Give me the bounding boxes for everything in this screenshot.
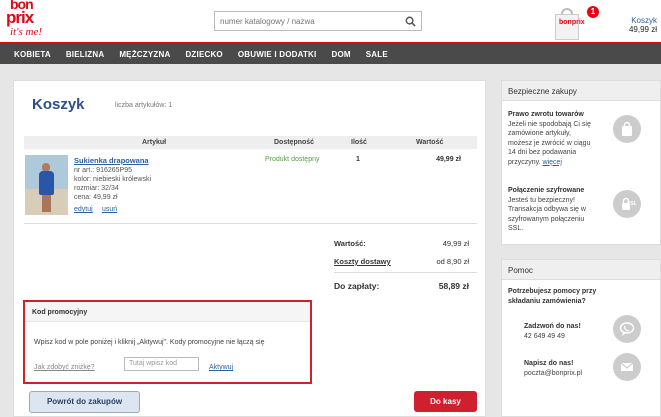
image-dress — [39, 171, 54, 195]
write-us-title: Napisz do nas! — [524, 360, 574, 367]
call-us: Zadzwoń do nas! 42 649 49 49 — [524, 322, 581, 341]
write-us-email[interactable]: poczta@bonprix.pl — [524, 370, 582, 377]
cart-total: 49,99 zł — [628, 25, 657, 34]
shipping-cost-link[interactable]: Koszty dostawy — [334, 257, 391, 266]
nav-item-kobieta[interactable]: KOBIETA — [14, 50, 51, 59]
phone-icon[interactable] — [613, 315, 641, 343]
column-header-qty: Ilość — [351, 139, 367, 146]
product-name-link[interactable]: Sukienka drapowana — [74, 156, 149, 165]
promo-heading: Kod promocyjny — [25, 302, 310, 322]
ssl-badge-text: SSL — [627, 201, 637, 207]
return-line: zamówione artykuły, — [508, 130, 571, 137]
column-header-value: Wartość — [416, 139, 444, 146]
bag-body — [555, 14, 579, 40]
total-label: Do zapłaty: — [334, 281, 380, 291]
safe-shopping-heading: Bezpieczne zakupy — [502, 81, 660, 101]
product-image[interactable] — [25, 155, 68, 215]
column-header-availability: Dostępność — [274, 139, 315, 146]
product-color: kolor: niebieski królewski — [74, 176, 152, 183]
cart-label[interactable]: Koszyk — [629, 16, 657, 25]
bag-logo: bonprix — [559, 19, 585, 26]
safe-shopping-panel: Bezpieczne zakupy Prawo zwrotu towarów J… — [501, 80, 661, 245]
nav-item-dom[interactable]: DOM — [331, 50, 350, 59]
cart-summary[interactable]: Koszyk 49,99 zł — [629, 16, 657, 34]
promo-activate-link[interactable]: Aktywuj — [209, 364, 233, 371]
product-article-number: nr art.: 916265P95 — [74, 167, 132, 174]
return-line: możesz je zwrócić w ciągu — [508, 139, 591, 147]
table-row: Sukienka drapowana nr art.: 916265P95 ko… — [24, 153, 477, 233]
promo-description: Wpisz kod w pole poniżej i kliknij „Akty… — [34, 339, 265, 346]
help-question-line: składaniu zamówienia? — [508, 297, 586, 305]
item-count: liczba artykułów: 1 — [115, 102, 173, 109]
ssl-lock-icon: SSL — [613, 190, 641, 218]
ssl-line: SSL. — [508, 225, 524, 232]
edit-link[interactable]: edytuj — [74, 206, 93, 213]
return-bag-icon — [613, 115, 641, 143]
help-question-line: Potrzebujesz pomocy przy — [508, 288, 597, 295]
return-policy-title: Prawo zwrotu towarów — [508, 111, 584, 118]
remove-link[interactable]: usuń — [102, 206, 117, 213]
return-line: 14 dni bez podawania — [508, 149, 577, 156]
ssl-title: Połączenie szyfrowane — [508, 187, 585, 194]
availability-status: Produkt dostępny — [265, 156, 320, 163]
quantity-value: 1 — [356, 156, 360, 163]
image-model-legs — [42, 194, 51, 212]
help-question: Potrzebujesz pomocy przy składaniu zamów… — [508, 287, 596, 306]
total-value: 58,89 zł — [438, 281, 469, 291]
subtotal-label: Wartość: — [334, 239, 366, 248]
return-line: przyczyny. — [508, 158, 541, 166]
page: bon prix it's me! bonprix 1 Koszyk 49,99… — [0, 0, 661, 417]
page-title: Koszyk — [32, 96, 85, 113]
site-header: bon prix it's me! bonprix 1 Koszyk 49,99… — [0, 0, 661, 42]
logo-tagline: it's me! — [10, 26, 42, 38]
main-navigation: KOBIETA BIELIZNA MĘŻCZYZNA DZIECKO OBUWI… — [0, 42, 661, 64]
product-size: rozmiar: 32/34 — [74, 185, 119, 192]
checkout-button[interactable]: Do kasy — [414, 391, 477, 412]
envelope-icon[interactable] — [613, 353, 641, 381]
call-us-title: Zadzwoń do nas! — [524, 323, 581, 330]
help-panel: Pomoc Potrzebujesz pomocy przy składaniu… — [501, 259, 661, 417]
ssl-line: szyfrowanym połączeniu — [508, 215, 585, 223]
line-price: 49,99 zł — [436, 156, 461, 163]
product-price-unit: cena: 49,99 zł — [74, 194, 118, 201]
ssl-line: Transakcja odbywa się w — [508, 206, 586, 213]
subtotal-value: 49,99 zł — [442, 239, 469, 248]
cart-table-header: Artykuł Dostępność Ilość Wartość — [24, 136, 477, 149]
help-heading: Pomoc — [502, 260, 660, 280]
promo-code-section: Kod promocyjny Wpisz kod w pole poniżej … — [23, 300, 312, 384]
logo-text-main: prix — [6, 8, 34, 27]
cart-count-badge: 1 — [587, 6, 599, 18]
return-policy-text: Prawo zwrotu towarów Jeżeli nie spodobaj… — [508, 110, 591, 167]
search-icon[interactable] — [405, 16, 416, 27]
search-input[interactable] — [215, 12, 395, 30]
back-to-shopping-button[interactable]: Powrót do zakupów — [29, 391, 140, 413]
nav-item-bielizna[interactable]: BIELIZNA — [66, 50, 105, 59]
promo-code-input[interactable]: Tutaj wpisz kod — [124, 357, 199, 371]
ssl-line: Jesteś tu bezpieczny! — [508, 196, 575, 204]
column-header-article: Artykuł — [142, 139, 167, 146]
shipping-cost-value: od 8,90 zł — [436, 257, 469, 266]
promo-how-link[interactable]: Jak zdobyć zniżkę? — [34, 364, 95, 371]
divider — [334, 272, 477, 273]
nav-item-sale[interactable]: SALE — [366, 50, 388, 59]
search-box — [214, 11, 422, 31]
bonprix-logo[interactable]: bon prix it's me! — [4, 0, 50, 40]
write-us: Napisz do nas! poczta@bonprix.pl — [524, 359, 582, 378]
return-more-link[interactable]: więcej — [543, 159, 562, 166]
cart-panel: Koszyk liczba artykułów: 1 Artykuł Dostę… — [13, 80, 486, 417]
nav-item-dziecko[interactable]: DZIECKO — [185, 50, 222, 59]
ssl-text: Połączenie szyfrowane Jesteś tu bezpiecz… — [508, 186, 586, 234]
divider — [24, 223, 477, 224]
nav-item-mezczyzna[interactable]: MĘŻCZYZNA — [119, 50, 170, 59]
shopping-bag-icon[interactable]: bonprix — [553, 6, 585, 40]
nav-item-obuwie[interactable]: OBUWIE I DODATKI — [238, 50, 317, 59]
call-us-number[interactable]: 42 649 49 49 — [524, 333, 565, 340]
return-line: Jeżeli nie spodobają Ci się — [508, 120, 591, 128]
